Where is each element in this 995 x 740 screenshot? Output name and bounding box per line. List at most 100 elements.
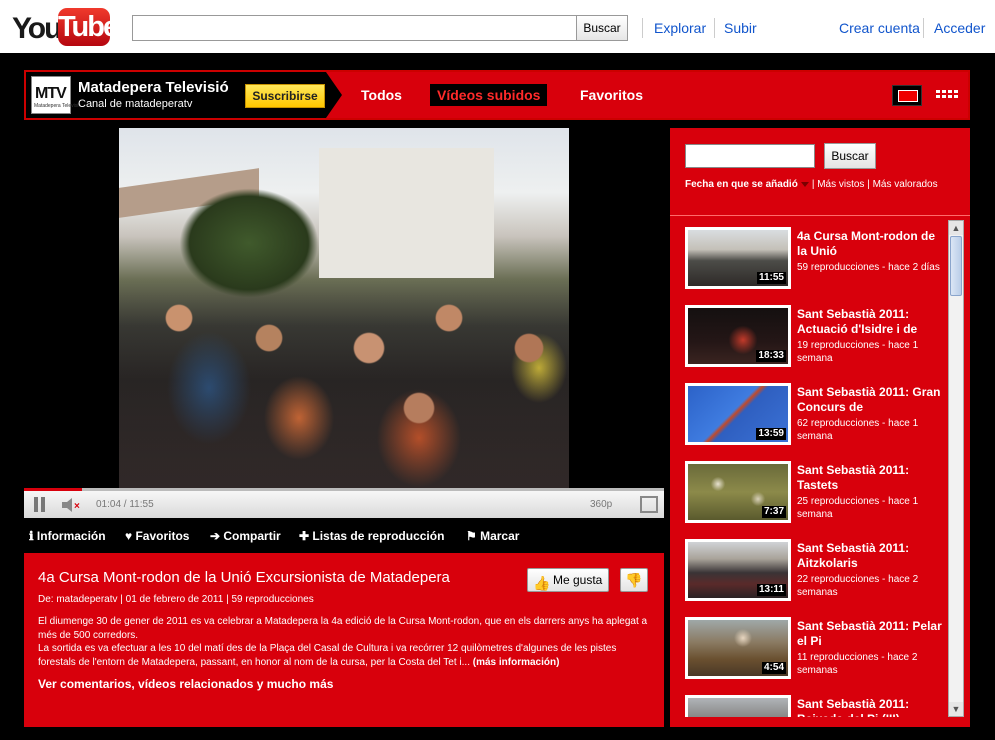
more-info-link[interactable]: (más información) — [473, 657, 560, 668]
player-view-icon[interactable] — [892, 85, 922, 106]
video-meta: 62 reproducciones - hace 1 semana — [797, 418, 919, 442]
sort-options: Fecha en que se añadió | Más vistos | Más… — [685, 179, 938, 190]
video-title-link[interactable]: Sant Sebastià 2011: Tastets — [797, 463, 942, 493]
video-thumbnail[interactable]: 13:11 — [685, 539, 791, 601]
separator — [923, 18, 924, 38]
create-account-link[interactable]: Crear cuenta — [839, 20, 920, 36]
video-meta: 22 reproducciones - hace 2 semanas — [797, 574, 919, 598]
video-frame[interactable] — [119, 128, 569, 488]
video-meta: 25 reproducciones - hace 1 semana — [797, 496, 919, 520]
video-list: 11:55 4a Cursa Mont-rodon de la Unió 59 … — [685, 223, 947, 717]
quality-selector[interactable]: 360p — [590, 499, 612, 510]
logo-you: You — [12, 12, 62, 45]
tab-share[interactable]: ➔ Compartir — [210, 529, 281, 543]
search-input[interactable] — [132, 15, 577, 41]
video-meta: 59 reproducciones - hace 2 días — [797, 262, 940, 273]
channel-header: MTV Matadepera Televisió Matadepera Tele… — [24, 70, 970, 120]
svg-text:×: × — [74, 501, 80, 512]
video-title-link[interactable]: Sant Sebastià 2011: Gran Concurs de — [797, 385, 942, 415]
video-title-link[interactable]: Sant Sebastià 2011: Actuació d'Isidre i … — [797, 307, 942, 337]
progress-bar[interactable] — [24, 488, 664, 491]
youtube-logo[interactable]: You Tube — [12, 8, 119, 46]
video-title-link[interactable]: Sant Sebastià 2011: Pelar el Pi — [797, 619, 942, 649]
duration-badge: 13:11 — [756, 584, 786, 596]
tab-flag[interactable]: ⚑ Marcar — [466, 529, 519, 543]
duration-badge: 13:59 — [756, 428, 786, 440]
sort-caret-icon — [800, 181, 809, 187]
divider — [670, 215, 970, 216]
video-title-link[interactable]: 4a Cursa Mont-rodon de la Unió — [797, 229, 942, 259]
video-thumbnail[interactable]: 13:59 — [685, 383, 791, 445]
like-label: Me gusta — [553, 573, 603, 587]
list-item[interactable]: 4:54 Sant Sebastià 2011: Pelar el Pi 11 … — [685, 613, 947, 687]
sign-in-link[interactable]: Acceder — [934, 20, 985, 36]
tab-uploaded-videos[interactable]: Vídeos subidos — [430, 84, 548, 106]
sort-top-rated[interactable]: Más valorados — [873, 179, 938, 190]
channel-subtitle: Canal de matadeperatv — [78, 98, 193, 110]
sort-most-viewed[interactable]: Más vistos — [817, 179, 864, 190]
description-paragraph-2: La sortida es va efectuar a les 10 del m… — [38, 643, 617, 668]
time-display: 01:04 / 11:55 — [96, 499, 154, 510]
scroll-down-icon[interactable]: ▼ — [949, 702, 963, 716]
channel-logo-text: MTV — [35, 85, 67, 102]
video-thumbnail[interactable]: 18:33 — [685, 305, 791, 367]
list-item[interactable]: 7:37 Sant Sebastià 2011: Tastets 25 repr… — [685, 457, 947, 531]
video-thumbnail[interactable] — [685, 695, 791, 717]
list-item[interactable]: 11:55 4a Cursa Mont-rodon de la Unió 59 … — [685, 223, 947, 297]
video-title: 4a Cursa Mont-rodon de la Unió Excursion… — [38, 569, 450, 586]
video-player[interactable] — [24, 128, 664, 488]
video-description: El diumenge 30 de gener de 2011 es va ce… — [38, 615, 650, 669]
subscribe-button[interactable]: Suscribirse — [245, 84, 325, 108]
comments-link[interactable]: Ver comentarios, vídeos relacionados y m… — [38, 677, 333, 691]
video-meta: 19 reproducciones - hace 1 semana — [797, 340, 919, 364]
tab-all[interactable]: Todos — [354, 84, 409, 106]
duration-badge: 7:37 — [761, 506, 786, 518]
description-paragraph-1: El diumenge 30 de gener de 2011 es va ce… — [38, 616, 648, 641]
channel-search-input[interactable] — [685, 144, 815, 168]
channel-logo[interactable]: MTV Matadepera Televisió — [31, 76, 81, 114]
player-controls: × 01:04 / 11:55 360p — [24, 488, 664, 518]
upload-link[interactable]: Subir — [724, 20, 757, 36]
explore-link[interactable]: Explorar — [654, 20, 706, 36]
video-meta: 11 reproducciones - hace 2 semanas — [797, 652, 918, 676]
volume-muted-icon[interactable]: × — [60, 496, 86, 514]
scroll-up-icon[interactable]: ▲ — [949, 221, 963, 235]
video-thumbnail[interactable]: 7:37 — [685, 461, 791, 523]
logo-tube: Tube — [58, 8, 119, 46]
progress-fill — [24, 488, 82, 491]
tab-favorites[interactable]: Favoritos — [573, 84, 650, 106]
channel-name[interactable]: Matadepera Televisió — [78, 79, 229, 96]
video-thumbnail[interactable]: 11:55 — [685, 227, 791, 289]
scroll-thumb[interactable] — [950, 236, 962, 296]
duration-badge: 11:55 — [756, 272, 786, 284]
channel-arrow — [326, 72, 342, 118]
video-meta: De: matadeperatv | 01 de febrero de 2011… — [38, 594, 314, 605]
separator — [714, 18, 715, 38]
pause-icon[interactable] — [32, 497, 48, 513]
thumbs-down-icon: 👎 — [625, 572, 643, 588]
video-title-link[interactable]: Sant Sebastià 2011: Aitzkolaris — [797, 541, 942, 571]
separator — [642, 18, 643, 38]
channel-sidebar: Buscar Fecha en que se añadió | Más visto… — [670, 128, 970, 727]
list-item[interactable]: 18:33 Sant Sebastià 2011: Actuació d'Isi… — [685, 301, 947, 375]
channel-search-button[interactable]: Buscar — [824, 143, 876, 169]
list-item[interactable]: 13:11 Sant Sebastià 2011: Aitzkolaris 22… — [685, 535, 947, 609]
like-button[interactable]: 👍 Me gusta — [527, 568, 609, 592]
fullscreen-icon[interactable] — [640, 496, 658, 513]
video-info-panel: 4a Cursa Mont-rodon de la Unió Excursion… — [24, 553, 664, 727]
sort-by-date[interactable]: Fecha en que se añadió — [685, 179, 798, 190]
list-item[interactable]: Sant Sebastià 2011: Baixada del Pi (III) — [685, 691, 947, 717]
video-title-link[interactable]: Sant Sebastià 2011: Baixada del Pi (III) — [797, 697, 942, 717]
channel-identity: MTV Matadepera Televisió Matadepera Tele… — [26, 72, 326, 118]
video-thumbnail[interactable]: 4:54 — [685, 617, 791, 679]
dislike-button[interactable]: 👎 — [620, 568, 648, 592]
channel-logo-caption: Matadepera Televisió — [34, 103, 82, 109]
list-item[interactable]: 13:59 Sant Sebastià 2011: Gran Concurs d… — [685, 379, 947, 453]
tab-playlists[interactable]: ✚ Listas de reproducción — [299, 529, 444, 543]
grid-view-icon[interactable] — [932, 85, 962, 106]
scrollbar[interactable]: ▲ ▼ — [948, 220, 964, 717]
tab-info[interactable]: ℹ Información — [29, 529, 106, 543]
masthead: You Tube Buscar Explorar Subir Crear cue… — [0, 0, 995, 53]
search-button[interactable]: Buscar — [576, 15, 628, 41]
tab-favorite[interactable]: ♥ Favoritos — [125, 529, 189, 543]
